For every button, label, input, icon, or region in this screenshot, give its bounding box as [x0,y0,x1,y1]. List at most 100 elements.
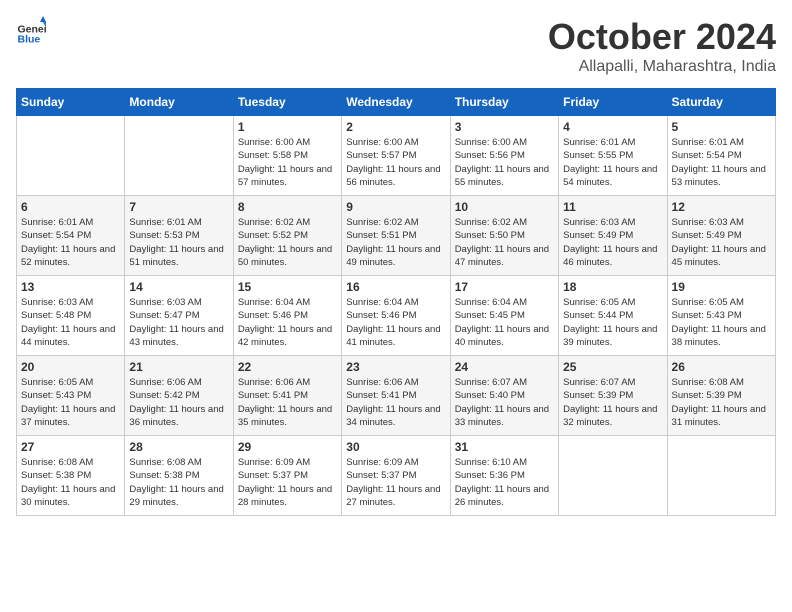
calendar-week-row: 13 Sunrise: 6:03 AMSunset: 5:48 PMDaylig… [17,276,776,356]
calendar-day-cell: 30 Sunrise: 6:09 AMSunset: 5:37 PMDaylig… [342,436,450,516]
day-number: 13 [21,280,120,294]
day-info: Sunrise: 6:07 AMSunset: 5:40 PMDaylight:… [455,376,554,429]
day-info: Sunrise: 6:04 AMSunset: 5:46 PMDaylight:… [238,296,337,349]
title-block: October 2024 Allapalli, Maharashtra, Ind… [548,16,776,76]
weekday-header: Sunday [17,89,125,116]
day-number: 18 [563,280,662,294]
day-info: Sunrise: 6:06 AMSunset: 5:41 PMDaylight:… [346,376,445,429]
calendar-day-cell: 28 Sunrise: 6:08 AMSunset: 5:38 PMDaylig… [125,436,233,516]
calendar-day-cell [667,436,775,516]
calendar-day-cell: 12 Sunrise: 6:03 AMSunset: 5:49 PMDaylig… [667,196,775,276]
calendar-day-cell: 20 Sunrise: 6:05 AMSunset: 5:43 PMDaylig… [17,356,125,436]
calendar-day-cell: 27 Sunrise: 6:08 AMSunset: 5:38 PMDaylig… [17,436,125,516]
day-number: 22 [238,360,337,374]
calendar-day-cell [125,116,233,196]
day-number: 7 [129,200,228,214]
calendar-day-cell [559,436,667,516]
day-number: 30 [346,440,445,454]
calendar-day-cell: 11 Sunrise: 6:03 AMSunset: 5:49 PMDaylig… [559,196,667,276]
day-info: Sunrise: 6:06 AMSunset: 5:42 PMDaylight:… [129,376,228,429]
calendar-day-cell: 6 Sunrise: 6:01 AMSunset: 5:54 PMDayligh… [17,196,125,276]
day-info: Sunrise: 6:05 AMSunset: 5:44 PMDaylight:… [563,296,662,349]
calendar-day-cell: 26 Sunrise: 6:08 AMSunset: 5:39 PMDaylig… [667,356,775,436]
day-number: 27 [21,440,120,454]
day-info: Sunrise: 6:00 AMSunset: 5:56 PMDaylight:… [455,136,554,189]
weekday-header: Wednesday [342,89,450,116]
day-number: 3 [455,120,554,134]
calendar-table: SundayMondayTuesdayWednesdayThursdayFrid… [16,88,776,516]
weekday-header: Thursday [450,89,558,116]
weekday-header: Monday [125,89,233,116]
day-number: 19 [672,280,771,294]
day-info: Sunrise: 6:04 AMSunset: 5:45 PMDaylight:… [455,296,554,349]
calendar-day-cell: 21 Sunrise: 6:06 AMSunset: 5:42 PMDaylig… [125,356,233,436]
day-number: 11 [563,200,662,214]
calendar-day-cell: 19 Sunrise: 6:05 AMSunset: 5:43 PMDaylig… [667,276,775,356]
calendar-day-cell: 4 Sunrise: 6:01 AMSunset: 5:55 PMDayligh… [559,116,667,196]
day-info: Sunrise: 6:09 AMSunset: 5:37 PMDaylight:… [346,456,445,509]
page-header: General Blue October 2024 Allapalli, Mah… [16,16,776,76]
day-number: 29 [238,440,337,454]
calendar-day-cell: 22 Sunrise: 6:06 AMSunset: 5:41 PMDaylig… [233,356,341,436]
weekday-header: Friday [559,89,667,116]
calendar-day-cell: 10 Sunrise: 6:02 AMSunset: 5:50 PMDaylig… [450,196,558,276]
day-number: 1 [238,120,337,134]
day-info: Sunrise: 6:01 AMSunset: 5:54 PMDaylight:… [672,136,771,189]
day-info: Sunrise: 6:08 AMSunset: 5:39 PMDaylight:… [672,376,771,429]
day-number: 12 [672,200,771,214]
logo-icon: General Blue [16,16,46,46]
calendar-day-cell: 23 Sunrise: 6:06 AMSunset: 5:41 PMDaylig… [342,356,450,436]
calendar-day-cell: 17 Sunrise: 6:04 AMSunset: 5:45 PMDaylig… [450,276,558,356]
calendar-body: 1 Sunrise: 6:00 AMSunset: 5:58 PMDayligh… [17,116,776,516]
day-number: 9 [346,200,445,214]
day-number: 24 [455,360,554,374]
day-info: Sunrise: 6:00 AMSunset: 5:58 PMDaylight:… [238,136,337,189]
calendar-day-cell: 3 Sunrise: 6:00 AMSunset: 5:56 PMDayligh… [450,116,558,196]
location-title: Allapalli, Maharashtra, India [548,58,776,76]
calendar-day-cell: 15 Sunrise: 6:04 AMSunset: 5:46 PMDaylig… [233,276,341,356]
day-number: 14 [129,280,228,294]
calendar-day-cell: 14 Sunrise: 6:03 AMSunset: 5:47 PMDaylig… [125,276,233,356]
day-number: 10 [455,200,554,214]
day-number: 4 [563,120,662,134]
calendar-day-cell: 25 Sunrise: 6:07 AMSunset: 5:39 PMDaylig… [559,356,667,436]
day-info: Sunrise: 6:02 AMSunset: 5:52 PMDaylight:… [238,216,337,269]
calendar-day-cell: 8 Sunrise: 6:02 AMSunset: 5:52 PMDayligh… [233,196,341,276]
day-number: 15 [238,280,337,294]
month-title: October 2024 [548,16,776,58]
day-info: Sunrise: 6:10 AMSunset: 5:36 PMDaylight:… [455,456,554,509]
day-info: Sunrise: 6:01 AMSunset: 5:54 PMDaylight:… [21,216,120,269]
day-info: Sunrise: 6:01 AMSunset: 5:55 PMDaylight:… [563,136,662,189]
day-info: Sunrise: 6:07 AMSunset: 5:39 PMDaylight:… [563,376,662,429]
day-info: Sunrise: 6:02 AMSunset: 5:50 PMDaylight:… [455,216,554,269]
calendar-day-cell: 9 Sunrise: 6:02 AMSunset: 5:51 PMDayligh… [342,196,450,276]
logo: General Blue [16,16,46,46]
day-number: 8 [238,200,337,214]
calendar-week-row: 6 Sunrise: 6:01 AMSunset: 5:54 PMDayligh… [17,196,776,276]
calendar-day-cell: 1 Sunrise: 6:00 AMSunset: 5:58 PMDayligh… [233,116,341,196]
calendar-day-cell: 13 Sunrise: 6:03 AMSunset: 5:48 PMDaylig… [17,276,125,356]
day-info: Sunrise: 6:03 AMSunset: 5:49 PMDaylight:… [672,216,771,269]
day-info: Sunrise: 6:08 AMSunset: 5:38 PMDaylight:… [129,456,228,509]
calendar-day-cell: 5 Sunrise: 6:01 AMSunset: 5:54 PMDayligh… [667,116,775,196]
day-info: Sunrise: 6:02 AMSunset: 5:51 PMDaylight:… [346,216,445,269]
day-number: 26 [672,360,771,374]
day-number: 17 [455,280,554,294]
day-number: 6 [21,200,120,214]
day-info: Sunrise: 6:06 AMSunset: 5:41 PMDaylight:… [238,376,337,429]
day-info: Sunrise: 6:03 AMSunset: 5:49 PMDaylight:… [563,216,662,269]
day-number: 16 [346,280,445,294]
calendar-day-cell: 18 Sunrise: 6:05 AMSunset: 5:44 PMDaylig… [559,276,667,356]
calendar-day-cell: 24 Sunrise: 6:07 AMSunset: 5:40 PMDaylig… [450,356,558,436]
calendar-day-cell: 2 Sunrise: 6:00 AMSunset: 5:57 PMDayligh… [342,116,450,196]
day-number: 25 [563,360,662,374]
day-info: Sunrise: 6:03 AMSunset: 5:48 PMDaylight:… [21,296,120,349]
day-info: Sunrise: 6:05 AMSunset: 5:43 PMDaylight:… [21,376,120,429]
weekday-header: Tuesday [233,89,341,116]
calendar-day-cell: 29 Sunrise: 6:09 AMSunset: 5:37 PMDaylig… [233,436,341,516]
day-info: Sunrise: 6:03 AMSunset: 5:47 PMDaylight:… [129,296,228,349]
weekday-row: SundayMondayTuesdayWednesdayThursdayFrid… [17,89,776,116]
day-info: Sunrise: 6:08 AMSunset: 5:38 PMDaylight:… [21,456,120,509]
calendar-header: SundayMondayTuesdayWednesdayThursdayFrid… [17,89,776,116]
calendar-week-row: 27 Sunrise: 6:08 AMSunset: 5:38 PMDaylig… [17,436,776,516]
